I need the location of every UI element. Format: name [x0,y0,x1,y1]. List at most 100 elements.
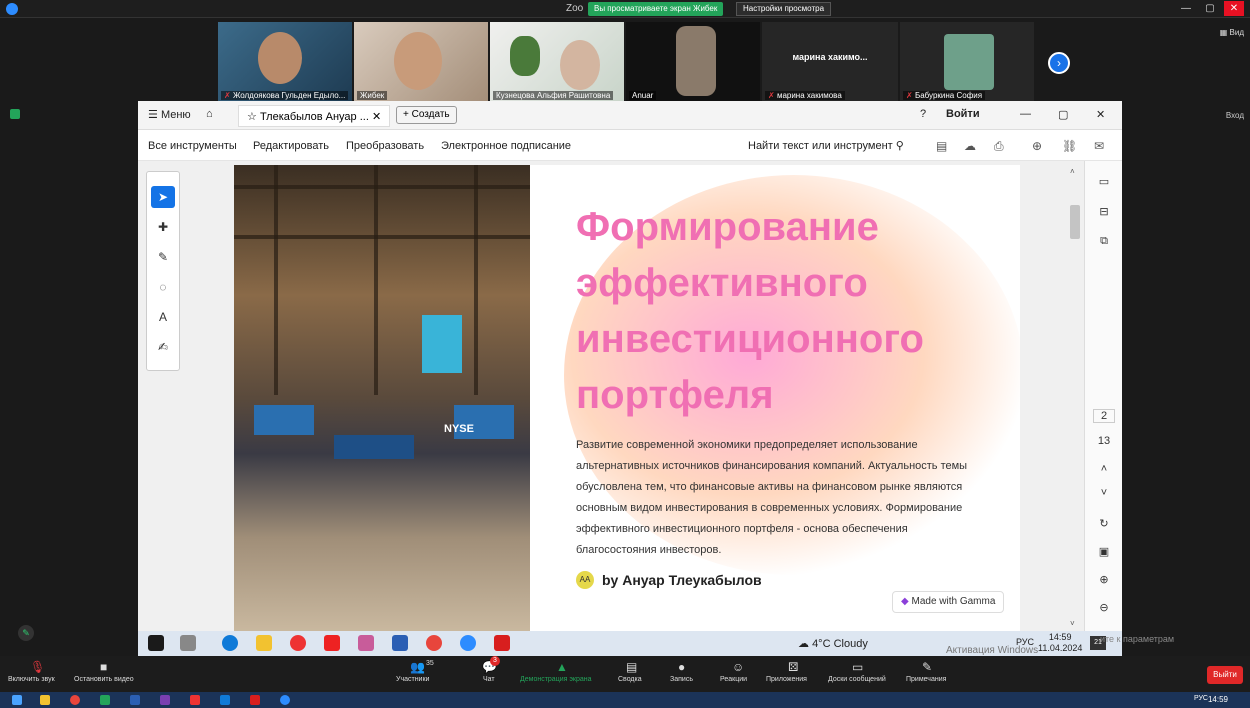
video-tile[interactable]: ✗ Бабуркина София [900,22,1034,102]
record-icon[interactable]: ● [678,660,685,674]
apps-icon[interactable]: ⚄ [788,660,798,674]
scroll-up-icon[interactable]: ˄ [1070,167,1075,176]
page-number-input[interactable]: 2 [1093,409,1115,423]
excel-icon[interactable] [100,695,110,705]
chrome-icon[interactable] [70,695,80,705]
system-clock[interactable]: 14:59 [1208,695,1228,704]
close-icon[interactable]: ✕ [1224,1,1244,16]
summary-icon[interactable]: ▤ [626,660,637,674]
acrobat-icon[interactable] [494,635,510,651]
whiteboards-icon[interactable]: ▭ [852,660,863,674]
ai-search-icon[interactable]: ⊕ [1032,139,1042,153]
comment-tool-icon[interactable]: ✚ [151,216,175,238]
find-tool[interactable]: Найти текст или инструмент ⚲ [748,139,904,152]
participants-icon[interactable]: 👥 [410,660,425,674]
notes-icon[interactable]: ✎ [922,660,932,674]
minimize-icon[interactable]: — [1176,1,1196,16]
app-icon[interactable] [160,695,170,705]
next-page-icon[interactable]: ˅ [1085,487,1123,499]
apps-button[interactable]: Приложения [766,676,807,683]
file-explorer-icon[interactable] [40,695,50,705]
youtube-icon[interactable] [324,635,340,651]
scrollbar-thumb[interactable] [1070,205,1080,239]
mail-icon[interactable]: ✉ [1094,139,1104,153]
stop-video-button[interactable]: Остановить видео [74,676,134,683]
yandex-icon[interactable] [290,635,306,651]
unmute-button[interactable]: Включить звук [8,676,55,683]
video-camera-icon[interactable]: ■ [100,660,107,674]
leave-button[interactable]: Выйти [1207,666,1243,684]
save-icon[interactable]: ▤ [936,139,947,153]
minimize-icon[interactable]: — [1020,108,1031,120]
draw-tool-icon[interactable]: ◌ [151,276,175,298]
mic-muted-icon[interactable]: 🎙 [30,660,45,674]
video-tile[interactable]: Кузнецова Альфия Рашитовна [490,22,624,102]
record-button[interactable]: Запись [670,676,693,683]
chat-button[interactable]: Чат [483,676,495,683]
home-icon[interactable]: ⌂ [206,108,213,120]
reactions-button[interactable]: Реакции [720,676,747,683]
zoom-icon[interactable] [280,695,290,705]
edge-icon[interactable] [222,635,238,651]
sign-in-button[interactable]: Войти [946,108,980,120]
app-icon[interactable] [190,695,200,705]
link-icon[interactable]: ⛓ [1062,139,1077,153]
system-clock[interactable]: 14:59 11.04.2024 [1038,632,1082,654]
acrobat-icon[interactable] [250,695,260,705]
print-icon[interactable]: ⎙ [994,139,1004,154]
view-settings-button[interactable]: Настройки просмотра [736,2,832,16]
file-explorer-icon[interactable] [256,635,272,651]
annotate-pencil-icon[interactable]: ✎ [18,625,34,641]
video-tile[interactable]: марина хакимо... ✗ марина хакимова [762,22,898,102]
fit-page-icon[interactable]: ▣ [1085,545,1123,558]
close-icon[interactable]: ✕ [1096,108,1105,121]
rotate-icon[interactable]: ↻ [1085,517,1123,530]
pen-tool-icon[interactable]: ✎ [151,246,175,268]
notes-button[interactable]: Примечания [906,676,946,683]
summary-button[interactable]: Сводка [618,676,642,683]
video-tile[interactable]: Жибек [354,22,488,102]
bookmarks-icon[interactable]: ⊟ [1085,205,1123,218]
upload-icon[interactable]: ☁ [964,139,976,153]
app-icon[interactable] [220,695,230,705]
word-icon[interactable] [392,635,408,651]
text-tool-icon[interactable]: A [151,306,175,328]
maximize-icon[interactable]: ▢ [1058,108,1068,121]
scroll-down-icon[interactable]: ˅ [1070,619,1075,628]
menu-convert[interactable]: Преобразовать [346,140,424,152]
enter-button[interactable]: Вход [1226,111,1244,120]
menu-edit[interactable]: Редактировать [253,140,329,152]
start-icon[interactable] [12,695,22,705]
weather-widget[interactable]: ☁ 4°C Cloudy [798,637,868,650]
menu-all-tools[interactable]: Все инструменты [148,140,237,152]
video-tile[interactable]: Anuar [626,22,760,102]
video-tile[interactable]: ✗ Жолдоякова Гульден Едыло... [218,22,352,102]
word-icon[interactable] [130,695,140,705]
zoom-out-icon[interactable]: ⊖ [1085,601,1123,614]
star-icon[interactable]: ☆ [247,111,257,123]
share-screen-button[interactable]: Демонстрация экрана [520,676,592,683]
create-button[interactable]: + Создать [396,106,457,124]
zoom-icon[interactable] [460,635,476,651]
next-page-icon[interactable]: › [1048,52,1070,74]
close-tab-icon[interactable]: ✕ [372,111,381,123]
help-icon[interactable]: ? [920,108,926,120]
start-icon[interactable] [148,635,164,651]
sign-tool-icon[interactable]: ✍ [151,336,175,358]
pages-icon[interactable]: ⧉ [1085,235,1123,248]
reactions-icon[interactable]: ☺ [732,660,744,674]
chrome-icon[interactable] [426,635,442,651]
task-view-icon[interactable] [180,635,196,651]
comments-icon[interactable]: ▭ [1085,175,1123,188]
select-tool-icon[interactable]: ➤ [151,186,175,208]
app-icon[interactable] [358,635,374,651]
prev-page-icon[interactable]: ˄ [1085,463,1123,475]
share-screen-icon[interactable]: ▲ [556,660,568,674]
menu-button[interactable]: ☰ Меню [148,108,191,121]
participants-button[interactable]: Участники [396,676,429,683]
document-tab[interactable]: ☆ Тлекабылов Ануар ... ✕ [238,105,391,127]
whiteboards-button[interactable]: Доски сообщений [828,676,886,683]
zoom-in-icon[interactable]: ⊕ [1085,573,1123,586]
restore-icon[interactable]: ▢ [1200,1,1220,16]
menu-e-sign[interactable]: Электронное подписание [441,140,571,152]
